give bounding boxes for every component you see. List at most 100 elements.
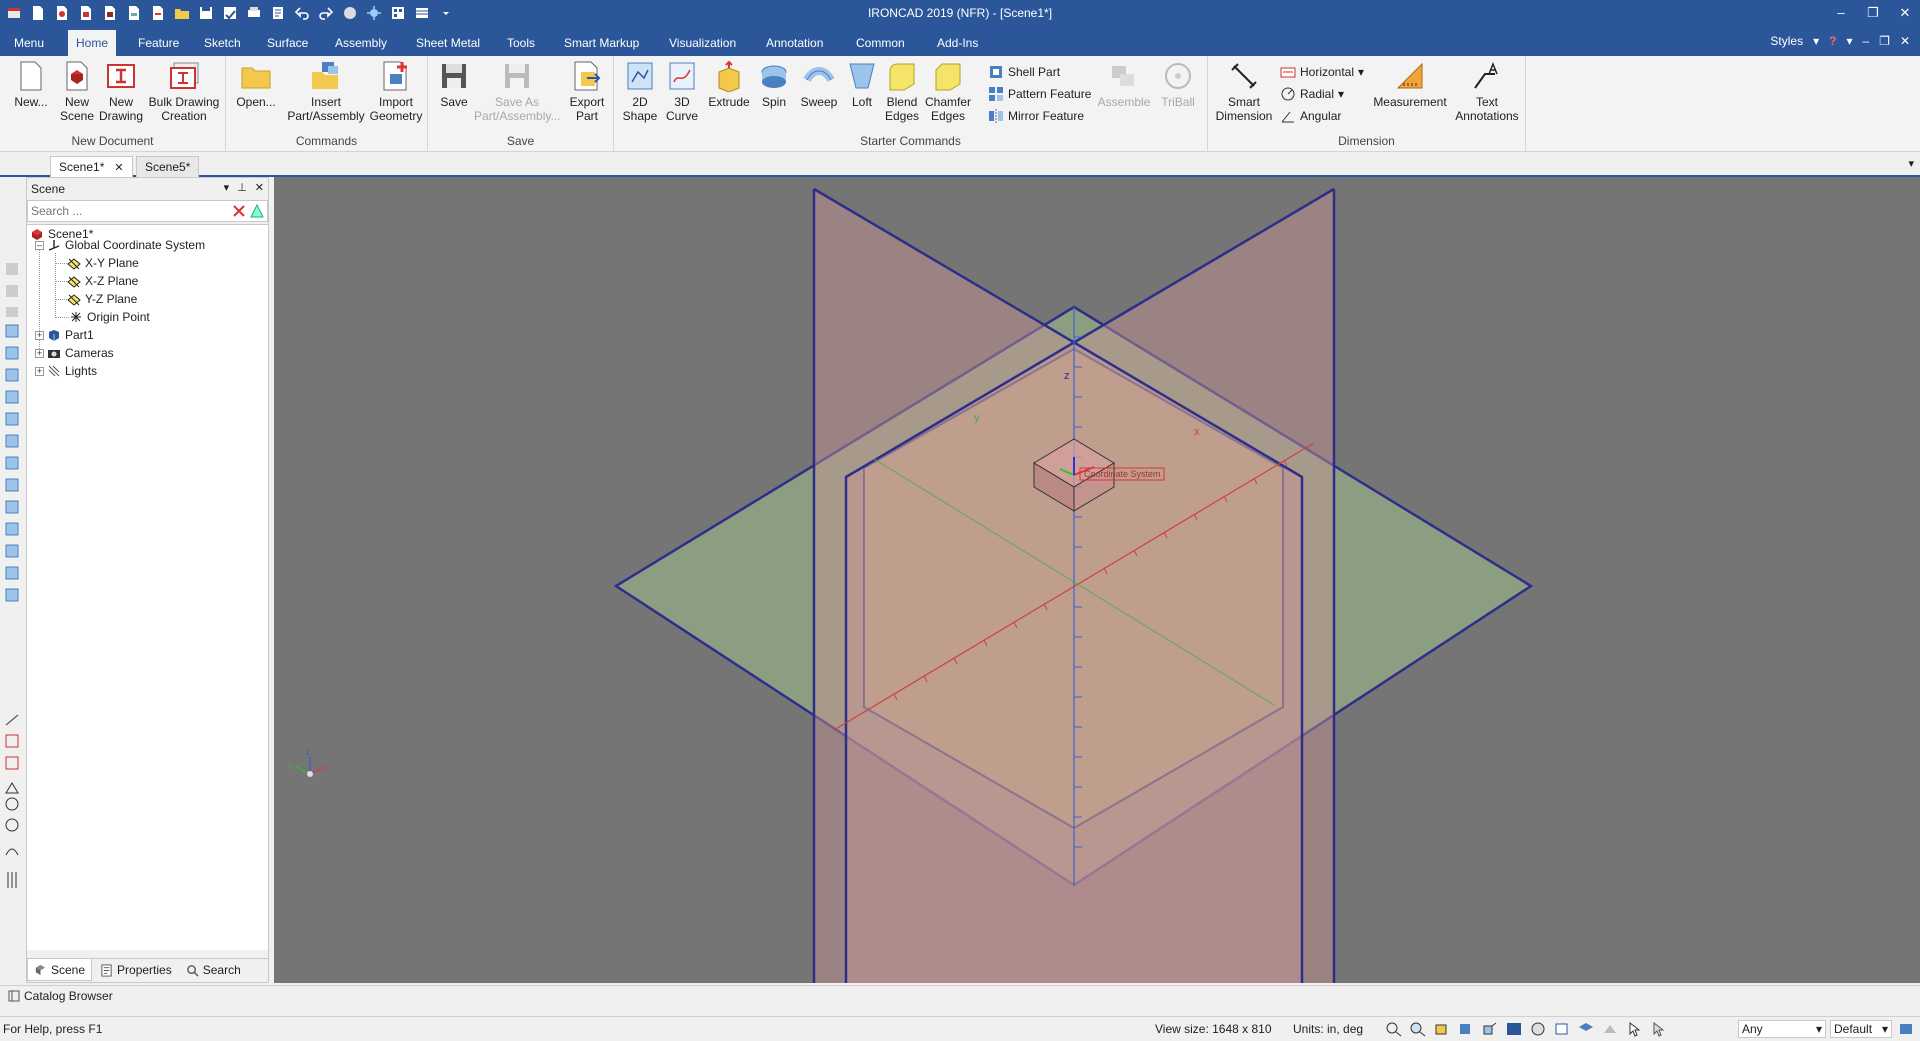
tree-node-yz-plane[interactable]: Y-Z Plane (67, 290, 137, 308)
tab-home[interactable]: Home (68, 30, 117, 56)
tree-node-origin-point[interactable]: Origin Point (69, 308, 150, 326)
select-filter-icon[interactable] (1649, 1021, 1667, 1037)
style-select[interactable]: Default ▾ (1830, 1020, 1892, 1038)
open-button[interactable]: Open... (236, 60, 276, 109)
tree-node-gcs[interactable]: Global Coordinate System (47, 236, 205, 254)
tree-node-part1[interactable]: Part1 (47, 326, 94, 344)
close-icon[interactable]: ✕ (255, 181, 264, 194)
section-icon[interactable] (1553, 1021, 1571, 1037)
insert-part-assembly-button[interactable]: Insert Part/Assembly (284, 60, 368, 123)
ribbon-minimize-icon[interactable]: – (1862, 34, 1869, 48)
shell-part-button[interactable]: Shell Part (988, 62, 1060, 82)
tab-tools[interactable]: Tools (499, 30, 543, 56)
tab-surface[interactable]: Surface (259, 30, 316, 56)
expand-lights-toggle[interactable]: + (35, 367, 44, 376)
tab-sketch[interactable]: Sketch (196, 30, 249, 56)
chevron-down-icon[interactable]: ▾ (1846, 34, 1852, 48)
minimize-button[interactable]: – (1826, 2, 1856, 24)
2d-shape-button[interactable]: 2D Shape (622, 60, 658, 123)
tab-list-chevron-icon[interactable]: ▾ (1908, 157, 1914, 170)
loft-button[interactable]: Loft (844, 60, 880, 109)
select-pointer-icon[interactable] (1625, 1021, 1643, 1037)
3d-viewport[interactable]: z x y Coordinate System z x y (274, 177, 1920, 983)
render-mode-icon[interactable] (1505, 1021, 1523, 1037)
smart-dimension-button[interactable]: Smart Dimension (1214, 60, 1274, 123)
chamfer-edges-button[interactable]: Chamfer Edges (924, 60, 972, 123)
ribbon-close-icon[interactable]: ✕ (1900, 34, 1910, 48)
standard-views-icon[interactable] (1457, 1021, 1475, 1037)
search-filter-icon[interactable] (249, 203, 265, 219)
help-icon[interactable]: ? (1829, 34, 1836, 48)
new-scene-button[interactable]: New Scene (54, 60, 100, 123)
scene-tools-icon[interactable] (1601, 1021, 1619, 1037)
mirror-feature-button[interactable]: Mirror Feature (988, 106, 1084, 126)
measurement-button[interactable]: Measurement (1370, 60, 1450, 109)
assemble-button[interactable]: Assemble (1096, 60, 1152, 109)
expand-cameras-toggle[interactable]: + (35, 349, 44, 358)
expand-part-toggle[interactable]: + (35, 331, 44, 340)
status-settings-icon[interactable] (1898, 1021, 1914, 1040)
doc-tab-scene5[interactable]: Scene5* (136, 156, 200, 177)
tab-smart-markup[interactable]: Smart Markup (556, 30, 647, 56)
tree-node-cameras[interactable]: Cameras (47, 344, 114, 362)
save-as-part-button[interactable]: Save As Part/Assembly... (474, 60, 560, 123)
selection-filter-select[interactable]: Any ▾ (1738, 1020, 1826, 1038)
tree-node-xz-plane[interactable]: X-Z Plane (67, 272, 138, 290)
close-icon[interactable]: ✕ (114, 162, 123, 174)
chevron-down-icon[interactable]: ▾ (1813, 34, 1819, 48)
panel-tab-search[interactable]: Search (180, 959, 247, 981)
layers-icon[interactable] (1577, 1021, 1595, 1037)
panel-tab-properties[interactable]: Properties (94, 959, 178, 981)
tab-common[interactable]: Common (848, 30, 913, 56)
panel-tab-scene[interactable]: Scene (27, 959, 93, 981)
extrude-button[interactable]: Extrude (706, 60, 752, 109)
bulk-drawing-button[interactable]: Bulk Drawing Creation (146, 60, 222, 123)
new-button[interactable]: New... (8, 60, 54, 109)
shading-icon[interactable] (1529, 1021, 1547, 1037)
restore-button[interactable]: ❐ (1858, 2, 1888, 24)
ribbon-restore-icon[interactable]: ❐ (1879, 34, 1890, 48)
group-commands: Open... Insert Part/Assembly Import Geom… (226, 56, 428, 152)
zoom-window-icon[interactable] (1409, 1021, 1427, 1037)
tab-sheet-metal[interactable]: Sheet Metal (408, 30, 488, 56)
pin-icon[interactable]: ⊥ (237, 181, 247, 194)
tab-feature[interactable]: Feature (130, 30, 187, 56)
tab-add-ins[interactable]: Add-Ins (929, 30, 986, 56)
blend-edges-button[interactable]: Blend Edges (882, 60, 922, 123)
styles-dropdown[interactable]: Styles (1770, 34, 1803, 48)
panel-tab-scene-label: Scene (51, 962, 86, 977)
radial-dimension-button[interactable]: Radial ▾ (1280, 84, 1344, 104)
collapse-gcs-toggle[interactable]: – (35, 241, 44, 250)
new-drawing-button[interactable]: New Drawing (98, 60, 144, 123)
tree-node-xy-plane[interactable]: X-Y Plane (67, 254, 139, 272)
close-button[interactable]: ✕ (1890, 2, 1920, 24)
doc-tab-scene1[interactable]: Scene1* ✕ (50, 156, 133, 177)
angular-dimension-button[interactable]: Angular (1280, 106, 1341, 126)
pattern-feature-button[interactable]: Pattern Feature (988, 84, 1091, 104)
export-part-button[interactable]: Export Part (564, 60, 610, 123)
view-orient-icon[interactable] (1433, 1021, 1451, 1037)
chevron-down-icon[interactable]: ▾ (1358, 65, 1364, 79)
tab-annotation[interactable]: Annotation (758, 30, 831, 56)
text-annotations-button[interactable]: Text Annotations (1452, 60, 1522, 123)
sweep-button[interactable]: Sweep (798, 60, 840, 109)
tree-node-lights[interactable]: Lights (47, 362, 97, 380)
clear-search-icon[interactable] (231, 203, 247, 219)
save-button[interactable]: Save (434, 60, 474, 109)
status-bar: For Help, press F1 View size: 1648 x 810… (0, 1016, 1920, 1041)
import-geometry-button[interactable]: Import Geometry (368, 60, 424, 123)
catalog-browser-tab[interactable]: Catalog Browser (8, 989, 113, 1003)
tab-assembly[interactable]: Assembly (327, 30, 395, 56)
zoom-icon[interactable] (1385, 1021, 1403, 1037)
3d-curve-button[interactable]: 3D Curve (664, 60, 700, 123)
tab-menu[interactable]: Menu (6, 30, 52, 56)
scene-search-input[interactable] (28, 201, 228, 221)
spin-button[interactable]: Spin (754, 60, 794, 109)
tab-visualization[interactable]: Visualization (661, 30, 744, 56)
horizontal-dimension-button[interactable]: Horizontal ▾ (1280, 62, 1364, 82)
chevron-down-icon[interactable]: ▾ (1338, 87, 1344, 101)
look-at-icon[interactable] (1481, 1021, 1499, 1037)
triball-button[interactable]: TriBall (1154, 60, 1202, 109)
scene-canvas[interactable]: z x y Coordinate System z x y (274, 177, 1920, 983)
chevron-down-icon[interactable]: ▾ (224, 181, 230, 194)
